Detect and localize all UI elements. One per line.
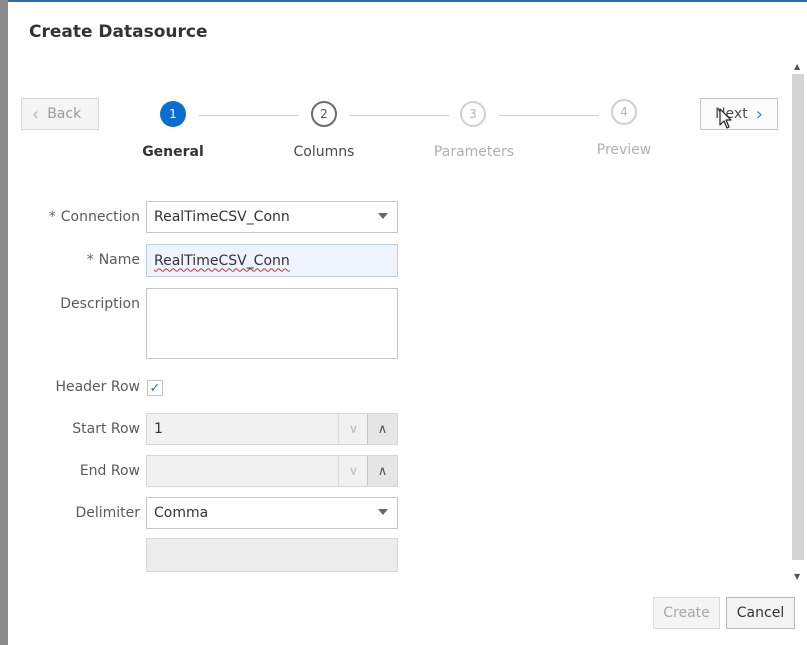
required-marker: *: [48, 209, 56, 225]
custom-delimiter-input: [146, 538, 398, 572]
start-row-value: 1: [154, 421, 163, 437]
next-button[interactable]: Next ›: [700, 98, 778, 130]
description-textarea[interactable]: [146, 288, 398, 359]
dialog-title: Create Datasource: [29, 22, 208, 42]
name-label: * Name: [0, 252, 140, 268]
header-row-checkbox[interactable]: ✓: [147, 380, 163, 396]
description-label: Description: [60, 296, 140, 312]
decrement-chevron-down-icon[interactable]: ∨: [338, 414, 368, 444]
delimiter-label: Delimiter: [75, 505, 140, 521]
connection-select[interactable]: RealTimeCSV_Conn: [146, 201, 398, 233]
connection-label: * Connection: [0, 209, 140, 225]
scroll-up-arrow-icon[interactable]: ▲: [794, 62, 800, 71]
caret-down-icon[interactable]: [378, 509, 388, 515]
name-input[interactable]: RealTimeCSV_Conn: [146, 244, 398, 277]
chevron-left-icon: ‹: [32, 103, 40, 125]
connection-label-text: Connection: [60, 209, 140, 225]
chevron-right-icon: ›: [755, 103, 763, 125]
background-window-edge: [0, 0, 8, 645]
step-3-label: Parameters: [433, 144, 515, 160]
step-2-circle[interactable]: 2: [311, 101, 337, 127]
step-1-number: 1: [169, 107, 177, 121]
delimiter-select[interactable]: Comma: [146, 497, 398, 529]
create-button[interactable]: Create: [653, 597, 720, 629]
step-connector-2: [349, 115, 449, 116]
step-1-label[interactable]: General: [123, 144, 223, 160]
header-row-label: Header Row: [55, 379, 140, 395]
vertical-scrollbar[interactable]: ▲ ▼: [791, 60, 807, 588]
decrement-chevron-down-icon[interactable]: ∨: [338, 456, 368, 486]
caret-down-icon[interactable]: [378, 213, 388, 219]
end-row-spinner[interactable]: ∨ ∧: [146, 455, 398, 487]
back-button-label: Back: [47, 106, 82, 122]
delimiter-value: Comma: [154, 505, 209, 521]
increment-chevron-up-icon[interactable]: ∧: [367, 414, 397, 444]
mouse-pointer-icon: [719, 108, 732, 129]
name-label-text: Name: [98, 252, 140, 268]
back-button[interactable]: ‹ Back: [21, 98, 99, 130]
step-1-circle[interactable]: 1: [160, 101, 186, 127]
name-value: RealTimeCSV_Conn: [154, 252, 290, 269]
step-4-label: Preview: [596, 142, 652, 158]
step-3-number: 3: [469, 107, 477, 121]
cancel-button[interactable]: Cancel: [726, 597, 795, 629]
step-2-number: 2: [320, 107, 328, 121]
required-marker: *: [86, 252, 94, 268]
checkmark-icon: ✓: [149, 380, 161, 396]
end-row-label: End Row: [79, 463, 140, 479]
step-connector-3: [499, 115, 599, 116]
step-connector-1: [199, 115, 299, 116]
scrollbar-thumb[interactable]: [792, 74, 804, 560]
connection-value: RealTimeCSV_Conn: [154, 209, 290, 225]
scroll-down-arrow-icon[interactable]: ▼: [794, 572, 800, 581]
step-2-label[interactable]: Columns: [274, 144, 374, 160]
step-4-circle: 4: [611, 99, 637, 125]
step-4-number: 4: [620, 105, 628, 119]
step-3-circle: 3: [460, 101, 486, 127]
start-row-label: Start Row: [72, 421, 140, 437]
increment-chevron-up-icon[interactable]: ∧: [367, 456, 397, 486]
start-row-spinner[interactable]: 1 ∨ ∧: [146, 413, 398, 445]
create-datasource-dialog: Create Datasource ▲ ▼ ‹ Back Next › 1 Ge…: [8, 2, 807, 645]
